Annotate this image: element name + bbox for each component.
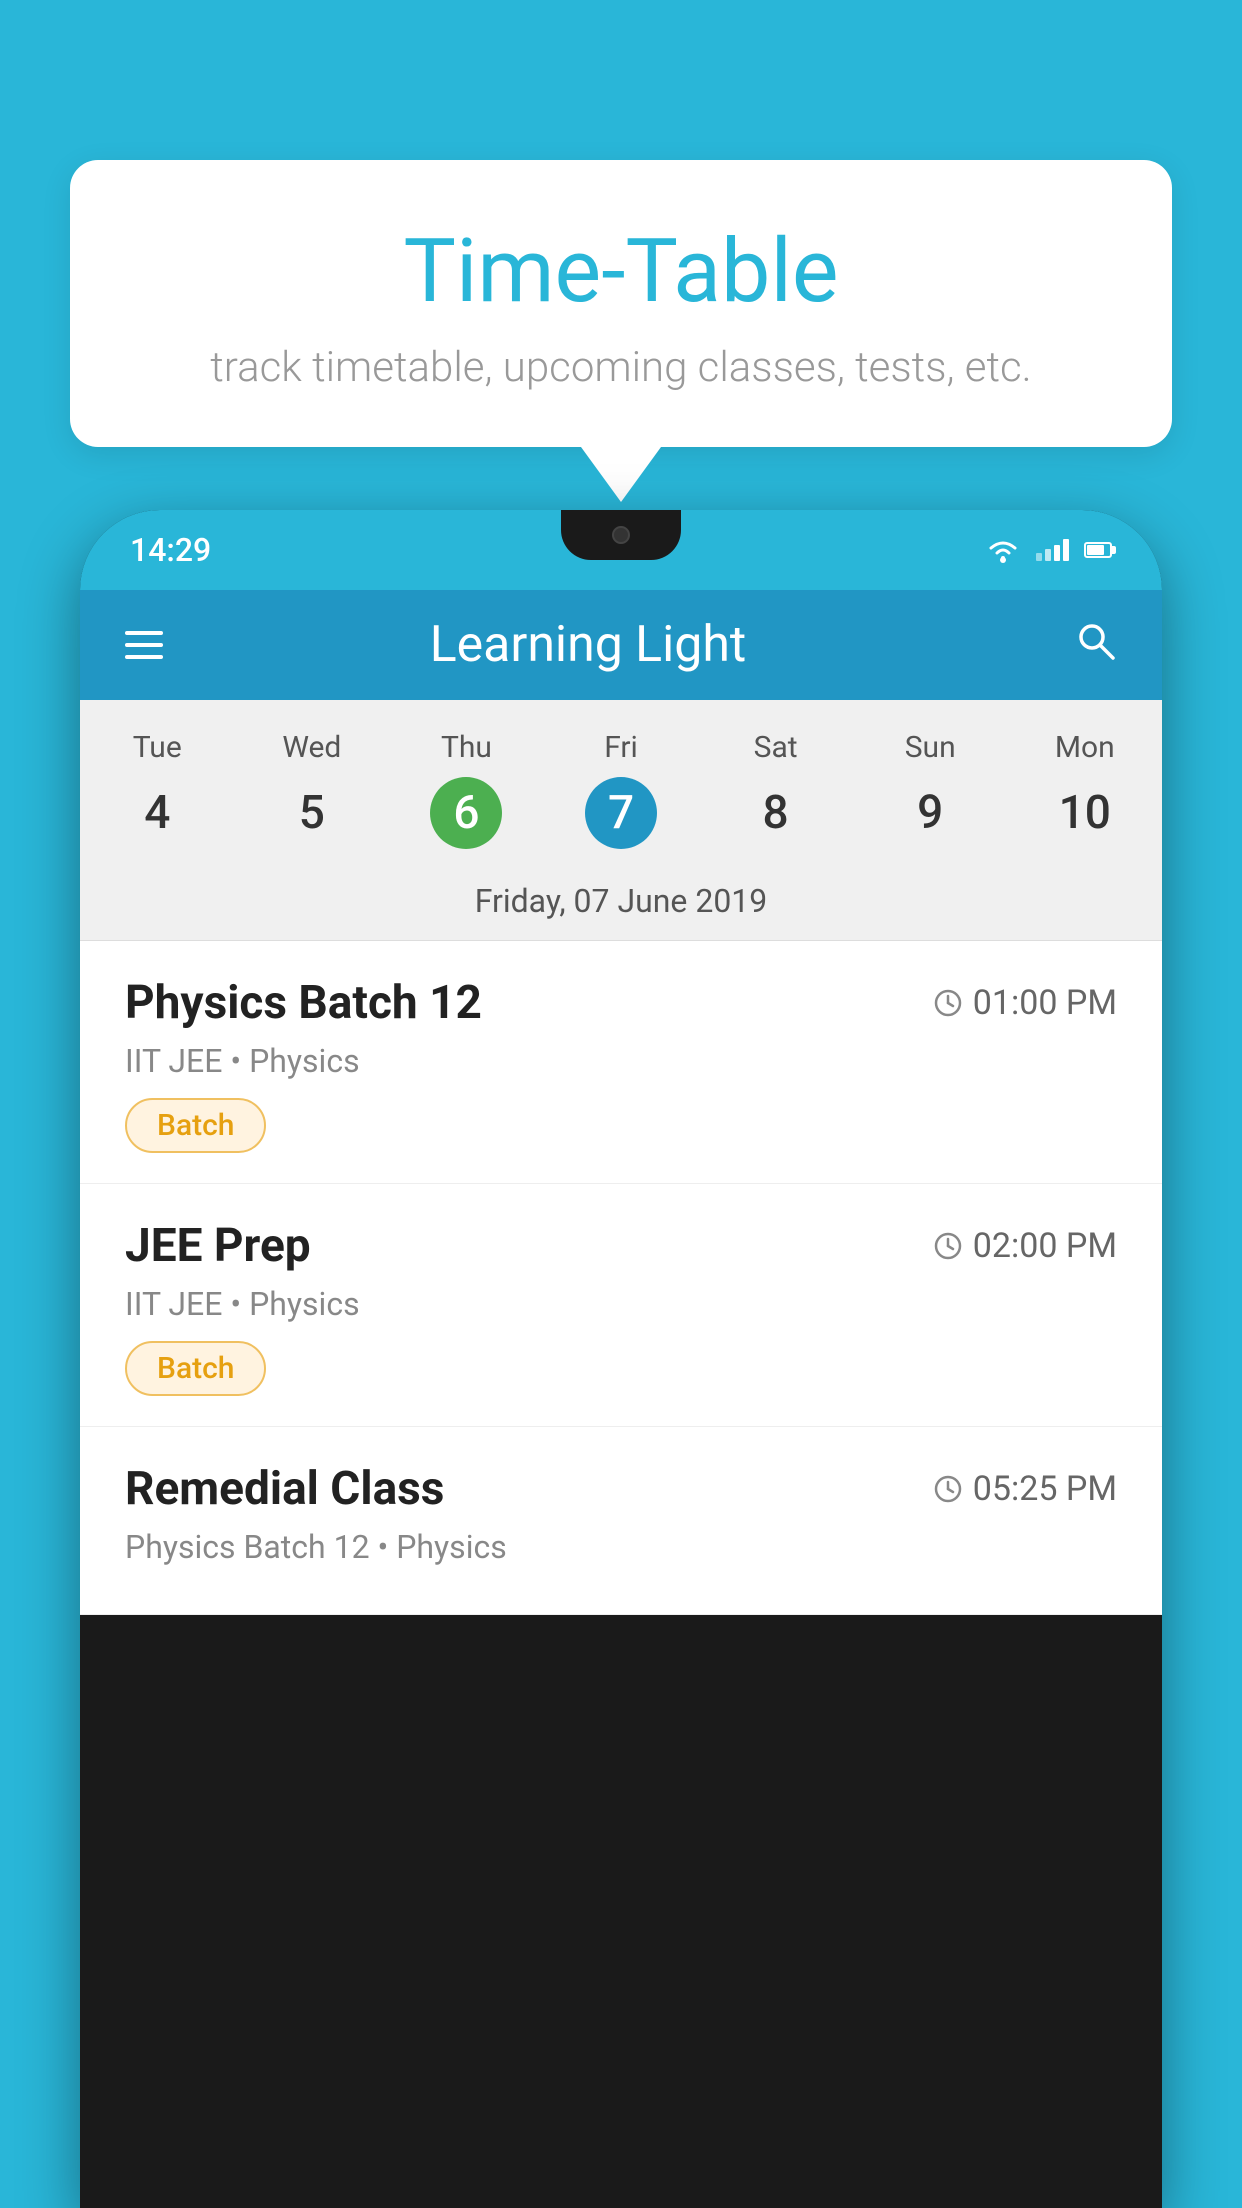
day-number[interactable]: 6 [430, 777, 502, 849]
schedule-item-header: Physics Batch 12 01:00 PM [125, 976, 1117, 1030]
bubble-title: Time-Table [120, 220, 1122, 323]
status-bar: 14:29 [80, 510, 1162, 590]
day-number[interactable]: 5 [276, 777, 348, 849]
schedule-item-header: JEE Prep 02:00 PM [125, 1219, 1117, 1273]
batch-badge: Batch [125, 1341, 266, 1396]
camera-dot [612, 526, 630, 544]
day-number[interactable]: 7 [585, 777, 657, 849]
schedule-subtitle: Physics Batch 12 • Physics [125, 1528, 1117, 1566]
schedule-item-title: JEE Prep [125, 1219, 311, 1273]
calendar-section: Tue 4 Wed 5 Thu 6 Fri 7 Sat 8 Sun 9 Mon 10 Friday, 07… [80, 700, 1162, 941]
selected-date-label: Friday, 07 June 2019 [80, 864, 1162, 941]
schedule-item-title: Physics Batch 12 [125, 976, 482, 1030]
day-label: Sat [754, 730, 798, 765]
speech-bubble-container: Time-Table track timetable, upcoming cla… [70, 160, 1172, 502]
day-col-sun[interactable]: Sun 9 [853, 720, 1008, 859]
schedule-item-1[interactable]: JEE Prep 02:00 PM IIT JEE • Physics Batch [80, 1184, 1162, 1427]
notch [561, 510, 681, 560]
menu-icon[interactable] [125, 631, 163, 659]
day-col-wed[interactable]: Wed 5 [235, 720, 390, 859]
day-label: Mon [1055, 730, 1115, 765]
status-time: 14:29 [130, 531, 211, 569]
wifi-icon [985, 536, 1021, 564]
day-col-thu[interactable]: Thu 6 [389, 720, 544, 859]
day-col-fri[interactable]: Fri 7 [544, 720, 699, 859]
schedule-subtitle: IIT JEE • Physics [125, 1285, 1117, 1323]
week-days-row: Tue 4 Wed 5 Thu 6 Fri 7 Sat 8 Sun 9 Mon 10 [80, 700, 1162, 864]
day-col-mon[interactable]: Mon 10 [1007, 720, 1162, 859]
day-label: Tue [133, 730, 182, 765]
schedule-time: 02:00 PM [933, 1226, 1117, 1266]
schedule-item-title: Remedial Class [125, 1462, 444, 1516]
status-icons [985, 536, 1112, 564]
clock-icon [933, 1231, 963, 1261]
day-label: Sun [905, 730, 956, 765]
schedule-item-0[interactable]: Physics Batch 12 01:00 PM IIT JEE • Physic… [80, 941, 1162, 1184]
phone-frame: 14:29 [80, 510, 1162, 2208]
day-number[interactable]: 8 [740, 777, 812, 849]
bubble-subtitle: track timetable, upcoming classes, tests… [120, 343, 1122, 392]
battery-icon [1084, 542, 1112, 558]
day-label: Fri [604, 730, 638, 765]
clock-icon [933, 1474, 963, 1504]
clock-icon [933, 988, 963, 1018]
day-label: Wed [282, 730, 341, 765]
batch-badge: Batch [125, 1098, 266, 1153]
day-number[interactable]: 10 [1049, 777, 1121, 849]
app-title: Learning Light [193, 616, 983, 674]
schedule-time: 01:00 PM [933, 983, 1117, 1023]
bubble-tail [581, 447, 661, 502]
schedule-item-header: Remedial Class 05:25 PM [125, 1462, 1117, 1516]
schedule-subtitle: IIT JEE • Physics [125, 1042, 1117, 1080]
schedule-list: Physics Batch 12 01:00 PM IIT JEE • Physic… [80, 941, 1162, 1615]
day-col-tue[interactable]: Tue 4 [80, 720, 235, 859]
day-label: Thu [441, 730, 492, 765]
day-col-sat[interactable]: Sat 8 [698, 720, 853, 859]
signal-icon [1036, 539, 1069, 561]
speech-bubble: Time-Table track timetable, upcoming cla… [70, 160, 1172, 447]
schedule-item-2[interactable]: Remedial Class 05:25 PM Physics Batch 12 •… [80, 1427, 1162, 1615]
day-number[interactable]: 4 [121, 777, 193, 849]
day-number[interactable]: 9 [894, 777, 966, 849]
app-bar: Learning Light [80, 590, 1162, 700]
schedule-time: 05:25 PM [933, 1469, 1117, 1509]
search-icon[interactable] [1073, 618, 1117, 673]
